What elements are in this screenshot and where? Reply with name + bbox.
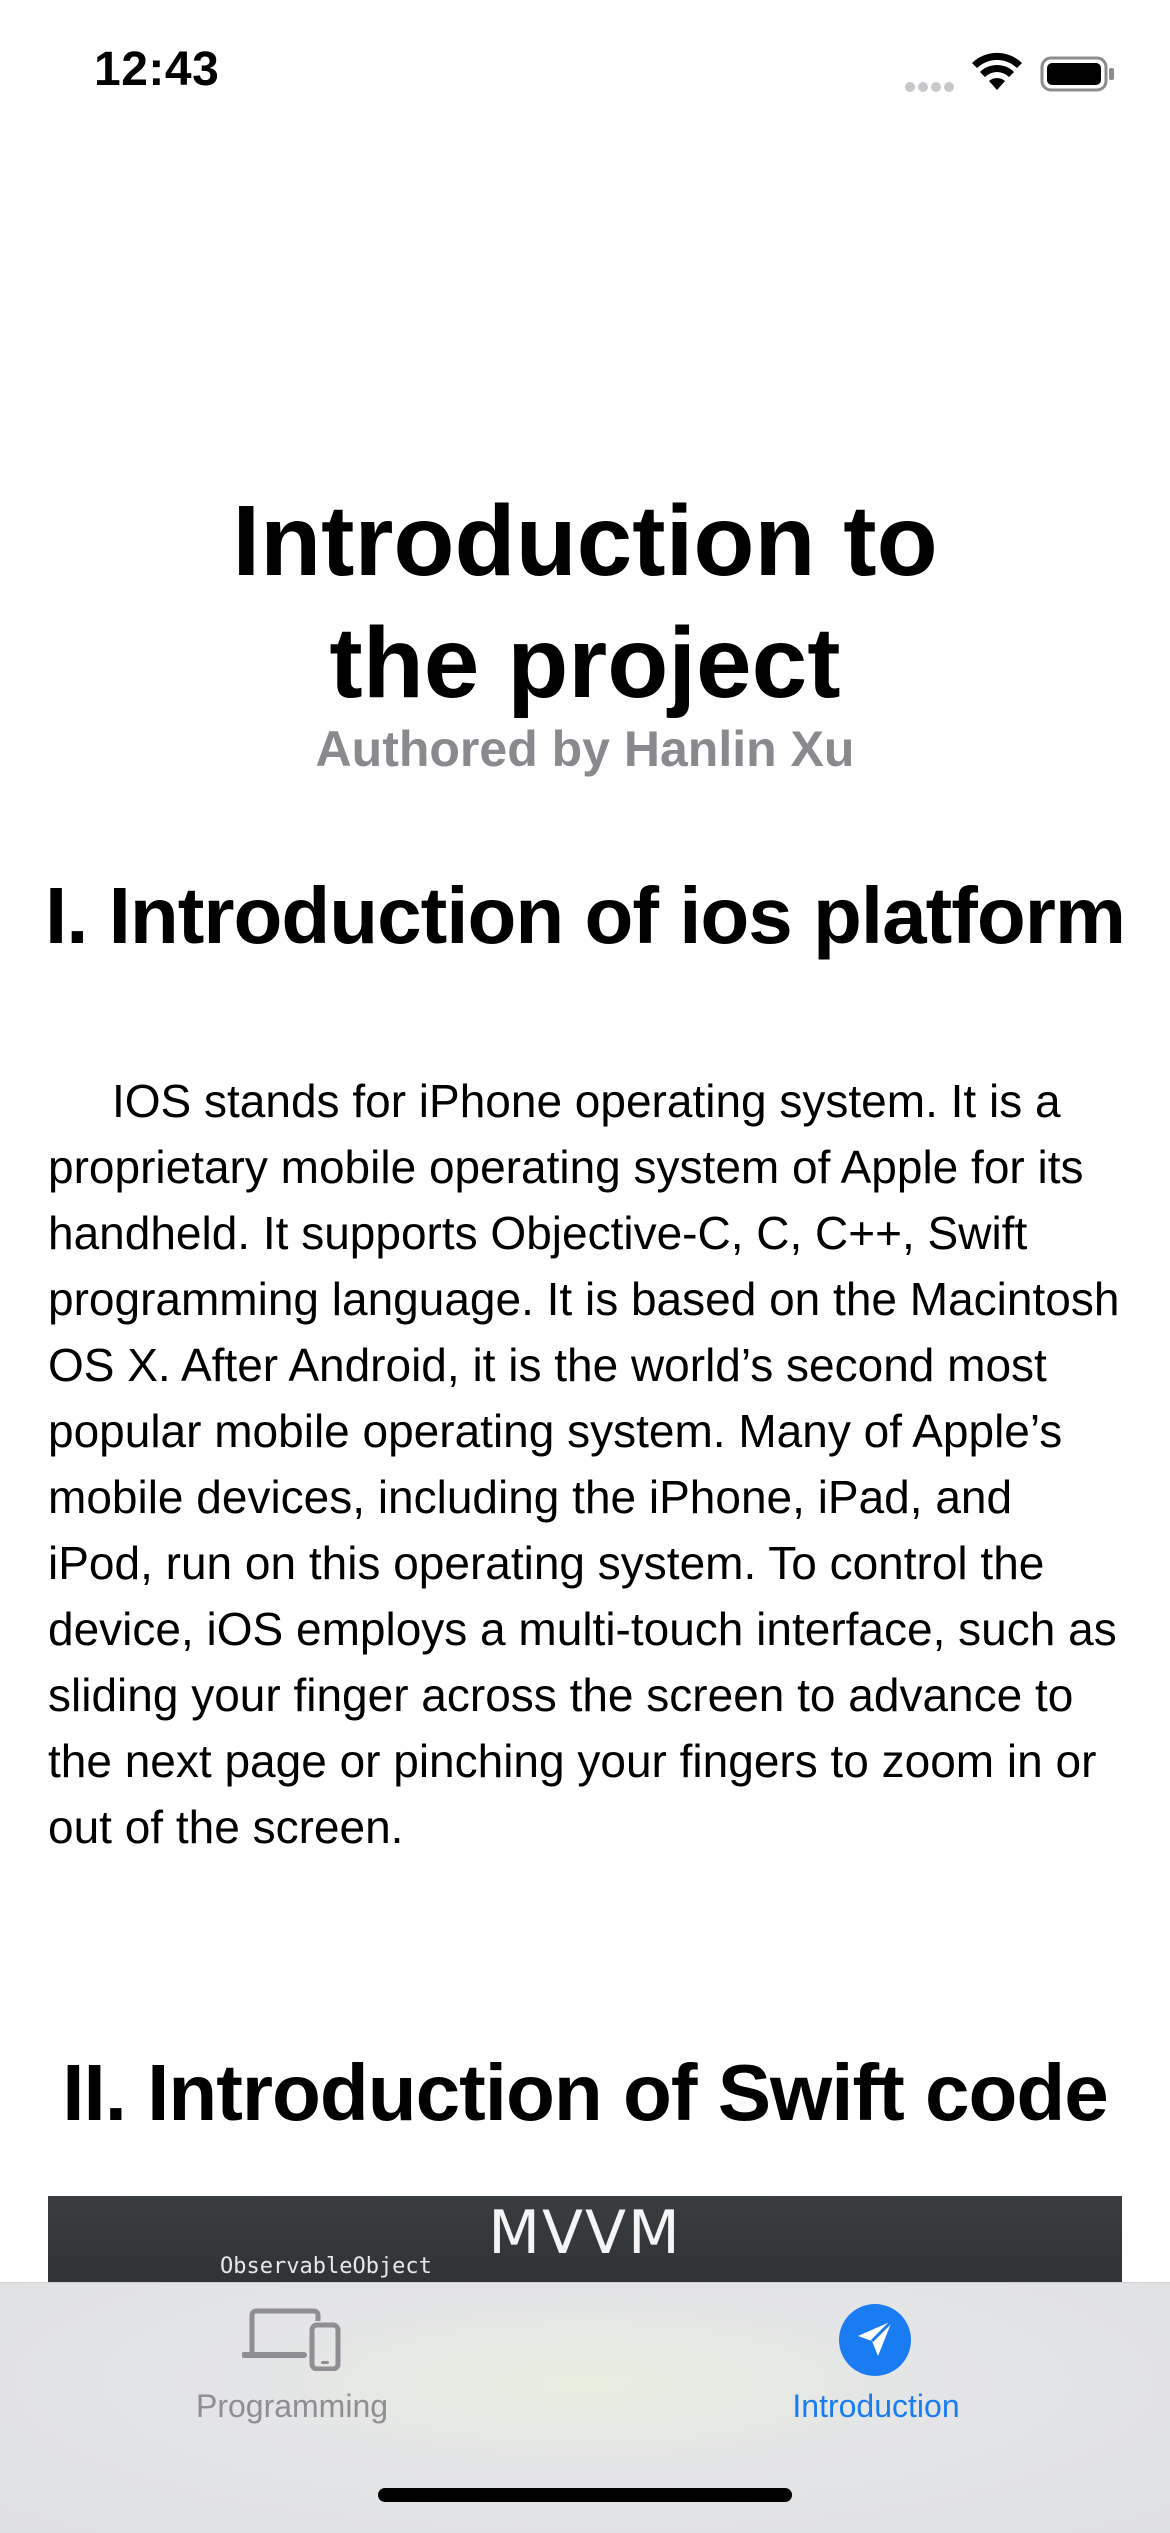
battery-icon [1040, 56, 1114, 92]
page-title-line1: Introduction to [232, 485, 938, 597]
page-title: Introduction to the project [0, 480, 1170, 724]
cellular-signal-icon [905, 82, 954, 92]
page-title-line2: the project [329, 607, 841, 719]
tab-label-introduction: Introduction [792, 2388, 960, 2424]
tab-programming[interactable]: Programming [92, 2283, 492, 2443]
status-time: 12:43 [94, 43, 220, 96]
devices-icon [242, 2308, 341, 2371]
home-indicator [378, 2488, 792, 2502]
status-bar: 12:43 [0, 0, 1170, 150]
mvvm-image-title: MVVM [488, 2198, 682, 2268]
author-subtitle: Authored by Hanlin Xu [315, 721, 855, 777]
section-heading-ios: I. Introduction of ios platform [44, 871, 1126, 960]
mvvm-diagram-image: MVVM ObservableObject [48, 2196, 1122, 2296]
paperplane-circle-icon [839, 2304, 911, 2376]
wifi-icon [972, 52, 1022, 90]
tab-label-programming: Programming [195, 2388, 389, 2424]
section-body-ios: IOS stands for iPhone operating system. … [48, 1075, 1120, 1853]
mvvm-image-code-label: ObservableObject [220, 2254, 432, 2279]
section-heading-swift: II. Introduction of Swift code [62, 2048, 1108, 2137]
tab-introduction[interactable]: Introduction [676, 2283, 1076, 2443]
